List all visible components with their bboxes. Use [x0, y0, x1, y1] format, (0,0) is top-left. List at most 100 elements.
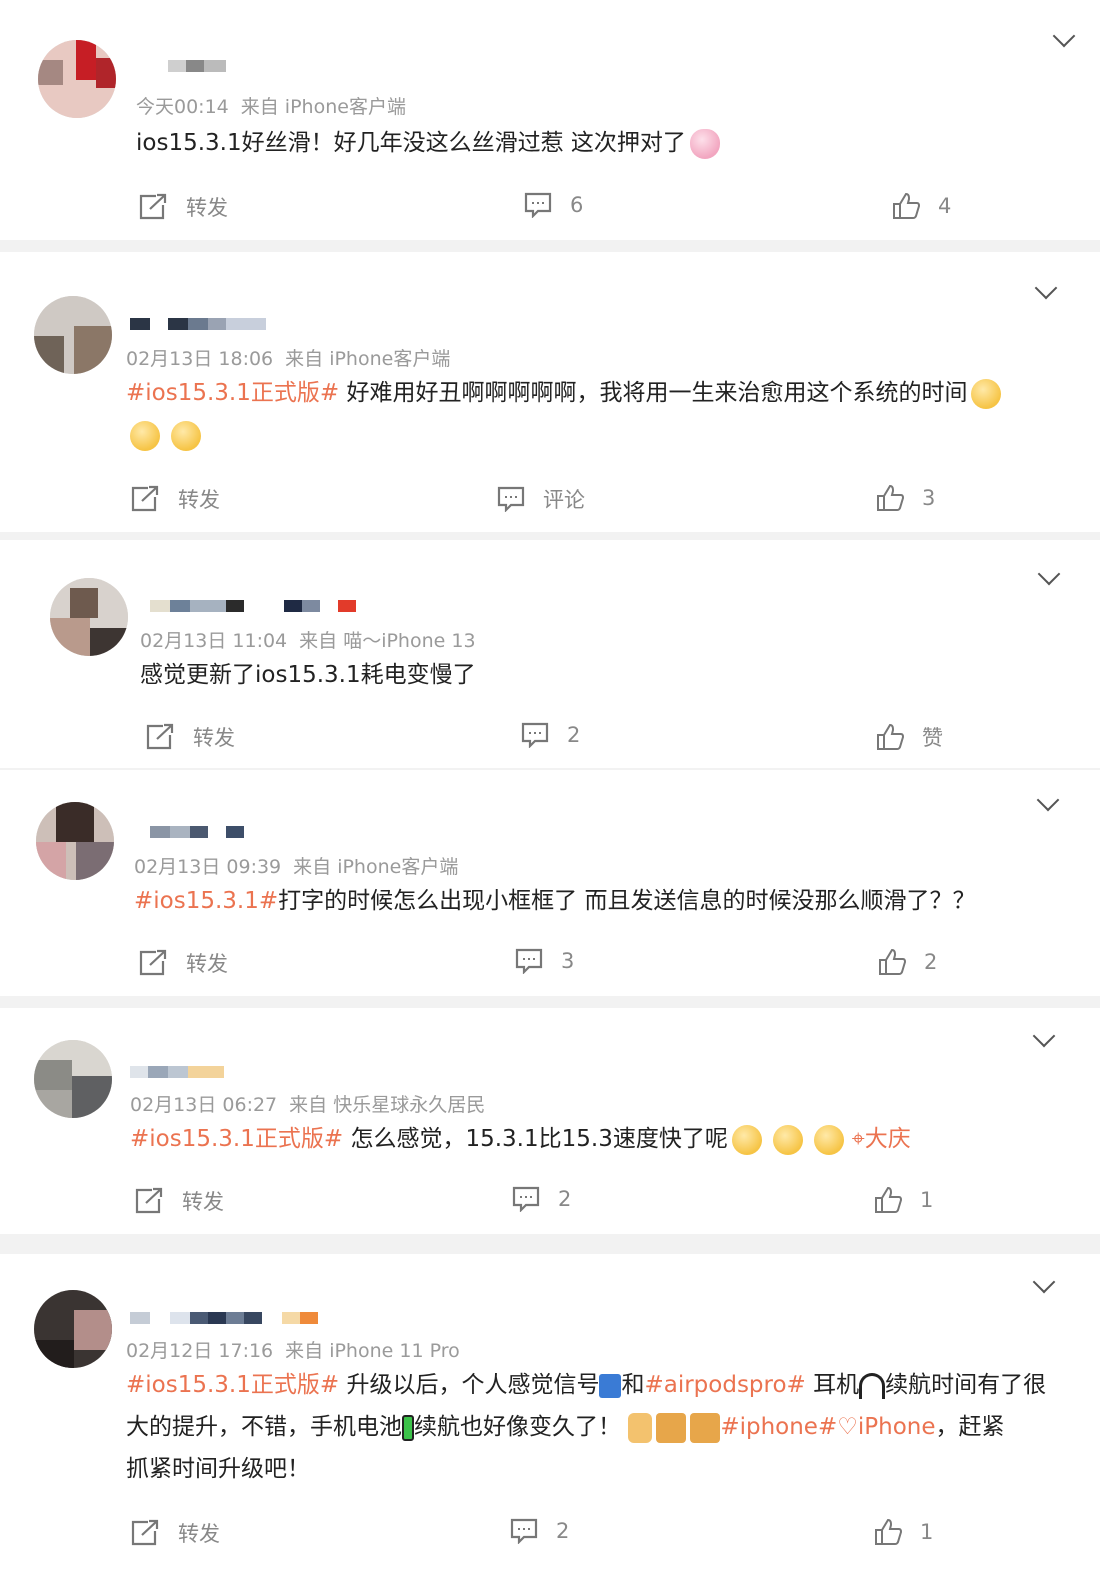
weibo-post: 今天00:14 来自 iPhone客户端 ios15.3.1好丝滑！好几年没这么丝… [0, 0, 1100, 240]
repost-icon [135, 1187, 163, 1214]
post-source: 来自 iPhone客户端 [285, 348, 451, 370]
thumbs-up-icon [877, 484, 904, 511]
comment-button[interactable]: 2 [512, 1186, 571, 1212]
post-source: 来自 iPhone客户端 [240, 96, 406, 118]
post-meta: 02月12日 17:16 来自 iPhone 11 Pro [126, 1336, 460, 1363]
post-meta: 02月13日 11:04 来自 喵～iPhone 13 [140, 626, 476, 653]
weibo-post: 02月12日 17:16 来自 iPhone 11 Pro #ios15.3.1正… [0, 1254, 1100, 1573]
weibo-post: 02月13日 18:06 来自 iPhone客户端 #ios15.3.1正式版# … [0, 252, 1100, 532]
like-button[interactable]: 赞 [876, 722, 943, 752]
like-button[interactable]: 1 [874, 1518, 933, 1546]
post-time: 02月13日 11:04 [140, 630, 288, 652]
signal-icon [599, 1373, 622, 1398]
topic-link[interactable]: #ios15.3.1# [134, 888, 278, 914]
post-text: #ios15.3.1#打字的时候怎么出现小框框了 而且发送信息的时候没那么顺滑了… [134, 888, 976, 914]
thumbs-up-icon [879, 948, 906, 975]
avatar[interactable] [50, 578, 128, 656]
repost-icon [131, 1519, 159, 1546]
post-meta: 今天00:14 来自 iPhone客户端 [136, 92, 406, 119]
super-topic-link[interactable]: ♡iPhone [837, 1414, 935, 1440]
post-text: #ios15.3.1正式版# 好难用好丑啊啊啊啊啊，我将用一生来治愈用这个系统的… [126, 372, 1002, 456]
repost-button[interactable]: 转发 [138, 948, 228, 978]
post-text: #ios15.3.1正式版# 升级以后，个人感觉信号 和#airpodspro# … [126, 1372, 1047, 1482]
topic-link[interactable]: #iphone# [720, 1414, 837, 1440]
topic-link[interactable]: #airpodspro# [644, 1372, 805, 1398]
speechless-emoji-icon [130, 420, 160, 451]
thumbs-up-icon [877, 723, 904, 750]
comment-button[interactable]: 3 [515, 948, 574, 974]
avatar[interactable] [38, 40, 116, 118]
repost-button[interactable]: 转发 [145, 722, 235, 752]
smug-emoji-icon [731, 1124, 762, 1155]
post-text: ios15.3.1好丝滑！好几年没这么丝滑过惹 这次押对了 [136, 122, 720, 164]
chevron-down-icon[interactable] [1036, 788, 1060, 812]
post-source: 来自 快乐星球永久居民 [289, 1094, 486, 1116]
speechless-emoji-icon [971, 378, 1002, 409]
bunny-emoji-icon [689, 128, 720, 159]
repost-button[interactable]: 转发 [130, 1518, 220, 1548]
post-time: 02月13日 09:39 [134, 856, 282, 878]
repost-button[interactable]: 转发 [138, 192, 228, 222]
avatar[interactable] [36, 802, 114, 880]
repost-icon [146, 723, 174, 750]
post-text: #ios15.3.1正式版# 怎么感觉，15.3.1比15.3速度快了呢 ⌖大庆 [130, 1118, 911, 1160]
location-link[interactable]: ⌖大庆 [852, 1126, 911, 1152]
topic-link[interactable]: #ios15.3.1正式版# [130, 1126, 343, 1152]
topic-link[interactable]: #ios15.3.1正式版# [126, 380, 339, 406]
like-button[interactable]: 3 [876, 484, 935, 512]
like-button[interactable]: 2 [878, 948, 937, 976]
speechless-emoji-icon [171, 420, 202, 451]
post-time: 今天00:14 [136, 96, 229, 118]
post-time: 02月13日 06:27 [130, 1094, 278, 1116]
chevron-down-icon[interactable] [1052, 24, 1076, 48]
username-blurred[interactable] [130, 1066, 224, 1078]
avatar[interactable] [34, 296, 112, 374]
username-blurred[interactable] [150, 826, 244, 838]
topic-link[interactable]: #ios15.3.1正式版# [126, 1372, 339, 1398]
like-button[interactable]: 1 [874, 1186, 933, 1214]
avatar[interactable] [34, 1040, 112, 1118]
comment-button[interactable]: 2 [510, 1518, 569, 1544]
comment-icon [510, 1518, 538, 1544]
comment-icon [521, 722, 549, 748]
zan-emoji-icon [690, 1412, 721, 1443]
zan-emoji-icon [656, 1412, 687, 1443]
like-button[interactable]: 4 [892, 192, 951, 220]
comment-button[interactable]: 6 [524, 192, 583, 218]
location-pin-icon: ⌖ [851, 1126, 865, 1152]
username-blurred[interactable] [130, 1312, 318, 1324]
chevron-down-icon[interactable] [1034, 276, 1058, 300]
post-time: 02月13日 18:06 [126, 348, 274, 370]
post-source: 来自 iPhone 11 Pro [285, 1340, 460, 1362]
comment-icon [515, 948, 543, 974]
username-blurred[interactable] [130, 318, 266, 330]
thumbs-up-icon [893, 192, 920, 219]
repost-button[interactable]: 转发 [134, 1186, 224, 1216]
avatar[interactable] [34, 1290, 112, 1368]
repost-button[interactable]: 转发 [130, 484, 220, 514]
post-source: 来自 iPhone客户端 [293, 856, 459, 878]
thumbs-up-icon [875, 1518, 902, 1545]
post-source: 来自 喵～iPhone 13 [299, 630, 476, 652]
username-blurred[interactable] [168, 60, 226, 72]
chevron-down-icon[interactable] [1032, 1270, 1056, 1294]
smug-emoji-icon [814, 1124, 845, 1155]
headphones-icon [859, 1372, 886, 1399]
chevron-down-icon[interactable] [1032, 1024, 1056, 1048]
smug-emoji-icon [773, 1124, 804, 1155]
thumbs-up-emoji-icon [628, 1412, 653, 1443]
username-blurred[interactable] [150, 600, 356, 612]
repost-icon [131, 485, 159, 512]
comment-icon [524, 192, 552, 218]
thumbs-up-icon [875, 1186, 902, 1213]
post-meta: 02月13日 09:39 来自 iPhone客户端 [134, 852, 458, 879]
comment-icon [512, 1186, 540, 1212]
weibo-post: 02月13日 11:04 来自 喵～iPhone 13 感觉更新了ios15.3.… [0, 540, 1100, 768]
comment-button[interactable]: 评论 [497, 484, 585, 514]
comment-icon [497, 486, 525, 512]
weibo-post: 02月13日 06:27 来自 快乐星球永久居民 #ios15.3.1正式版# 怎… [0, 1008, 1100, 1234]
chevron-down-icon[interactable] [1037, 562, 1061, 586]
weibo-post: 02月13日 09:39 来自 iPhone客户端 #ios15.3.1#打字的时… [0, 770, 1100, 996]
post-text: 感觉更新了ios15.3.1耗电变慢了 [140, 662, 476, 688]
comment-button[interactable]: 2 [521, 722, 580, 748]
